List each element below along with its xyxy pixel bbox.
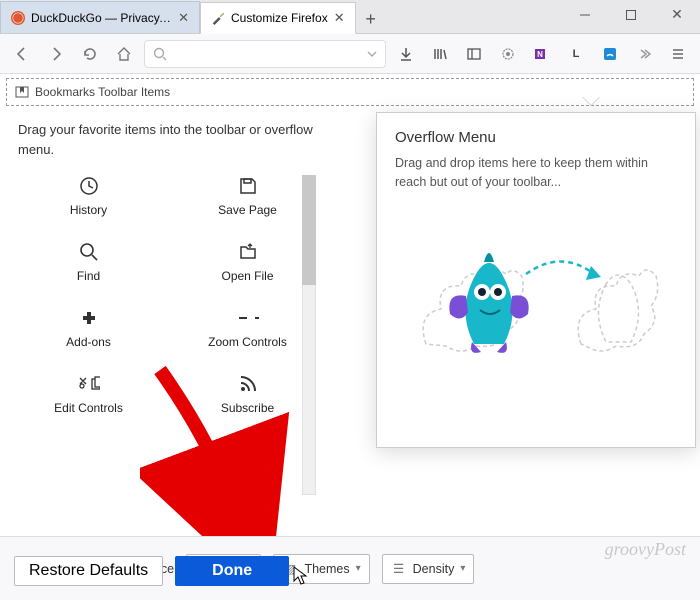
addons-icon <box>78 307 100 329</box>
done-button[interactable]: Done <box>175 556 289 586</box>
zoom-icon <box>237 307 259 329</box>
palette-item-history[interactable]: History <box>18 175 159 217</box>
button-label: Restore Defaults <box>29 562 148 580</box>
palette-item-subscribe[interactable]: Subscribe <box>177 373 318 415</box>
chevron-down-icon: ▾ <box>460 563 465 574</box>
chevron-down-icon: ▾ <box>356 563 361 574</box>
sidebar-button[interactable] <box>460 40 488 68</box>
palette-label: Subscribe <box>221 401 274 415</box>
dropdown-label: Themes <box>304 562 349 576</box>
palette-item-zoom[interactable]: Zoom Controls <box>177 307 318 349</box>
dropdown-label: Density <box>413 562 455 576</box>
search-icon <box>78 241 100 263</box>
menu-button[interactable] <box>664 40 692 68</box>
palette-item-openfile[interactable]: Open File <box>177 241 318 283</box>
chevron-down-icon[interactable] <box>367 49 377 59</box>
paintbrush-icon <box>211 11 225 25</box>
extension-icon[interactable] <box>596 40 624 68</box>
overflow-title: Overflow Menu <box>395 129 677 146</box>
rss-icon <box>237 373 259 395</box>
palette-label: Zoom Controls <box>208 335 287 349</box>
palette-item-edit[interactable]: Edit Controls <box>18 373 159 415</box>
restore-defaults-button[interactable]: Restore Defaults <box>14 556 163 586</box>
density-icon: ☰ <box>391 561 407 576</box>
overflow-menu-panel[interactable]: Overflow Menu Drag and drop items here t… <box>376 112 696 448</box>
tab-title: Customize Firefox <box>231 11 328 25</box>
palette-label: History <box>70 203 107 217</box>
palette-item-addons[interactable]: Add-ons <box>18 307 159 349</box>
palette-label: Save Page <box>218 203 277 217</box>
instructions-text: Drag your favorite items into the toolba… <box>18 120 318 159</box>
history-icon <box>78 175 100 197</box>
onenote-icon[interactable]: N <box>528 40 556 68</box>
scrollbar-thumb[interactable] <box>302 175 316 285</box>
library-button[interactable] <box>426 40 454 68</box>
palette-item-find[interactable]: Find <box>18 241 159 283</box>
url-bar[interactable] <box>144 40 386 68</box>
button-label: Done <box>212 562 252 580</box>
open-file-icon <box>237 241 259 263</box>
overflow-button[interactable] <box>630 40 658 68</box>
cursor-icon <box>293 566 309 586</box>
downloads-button[interactable] <box>392 40 420 68</box>
close-icon[interactable]: ✕ <box>334 10 345 26</box>
tab-customize[interactable]: Customize Firefox ✕ <box>200 2 356 34</box>
customize-main: Drag your favorite items into the toolba… <box>0 108 700 536</box>
overflow-illustration <box>395 214 677 364</box>
edit-controls-icon <box>78 373 100 395</box>
bookmarks-icon <box>15 85 29 99</box>
window-controls: ✕ <box>562 0 700 29</box>
density-dropdown[interactable]: ☰ Density ▾ <box>382 554 475 584</box>
save-icon <box>237 175 259 197</box>
lastpass-icon[interactable]: L <box>562 40 590 68</box>
tab-title: DuckDuckGo — Privacy, si <box>31 11 172 25</box>
minimize-button[interactable] <box>562 0 608 29</box>
bookmarks-toolbar-dropzone[interactable]: Bookmarks Toolbar Items <box>6 78 694 106</box>
tab-duckduckgo[interactable]: DuckDuckGo — Privacy, si ✕ <box>0 1 200 33</box>
palette-label: Find <box>77 269 100 283</box>
overflow-desc: Drag and drop items here to keep them wi… <box>395 154 677 192</box>
duckduckgo-icon <box>11 11 25 25</box>
reload-button[interactable] <box>76 40 104 68</box>
home-button[interactable] <box>110 40 138 68</box>
item-palette: History Save Page Find Open File Add-ons… <box>18 175 318 415</box>
nav-toolbar: N L <box>0 34 700 74</box>
palette-label: Edit Controls <box>54 401 123 415</box>
search-icon <box>153 47 167 61</box>
new-tab-button[interactable]: + <box>356 5 386 33</box>
palette-item-save[interactable]: Save Page <box>177 175 318 217</box>
close-window-button[interactable]: ✕ <box>654 0 700 29</box>
palette-label: Add-ons <box>66 335 111 349</box>
bookmarks-toolbar-label: Bookmarks Toolbar Items <box>35 85 170 99</box>
svg-text:N: N <box>537 50 543 59</box>
back-button[interactable] <box>8 40 36 68</box>
forward-button[interactable] <box>42 40 70 68</box>
maximize-button[interactable] <box>608 0 654 29</box>
palette-label: Open File <box>221 269 273 283</box>
close-icon[interactable]: ✕ <box>178 10 189 26</box>
sync-button[interactable] <box>494 40 522 68</box>
